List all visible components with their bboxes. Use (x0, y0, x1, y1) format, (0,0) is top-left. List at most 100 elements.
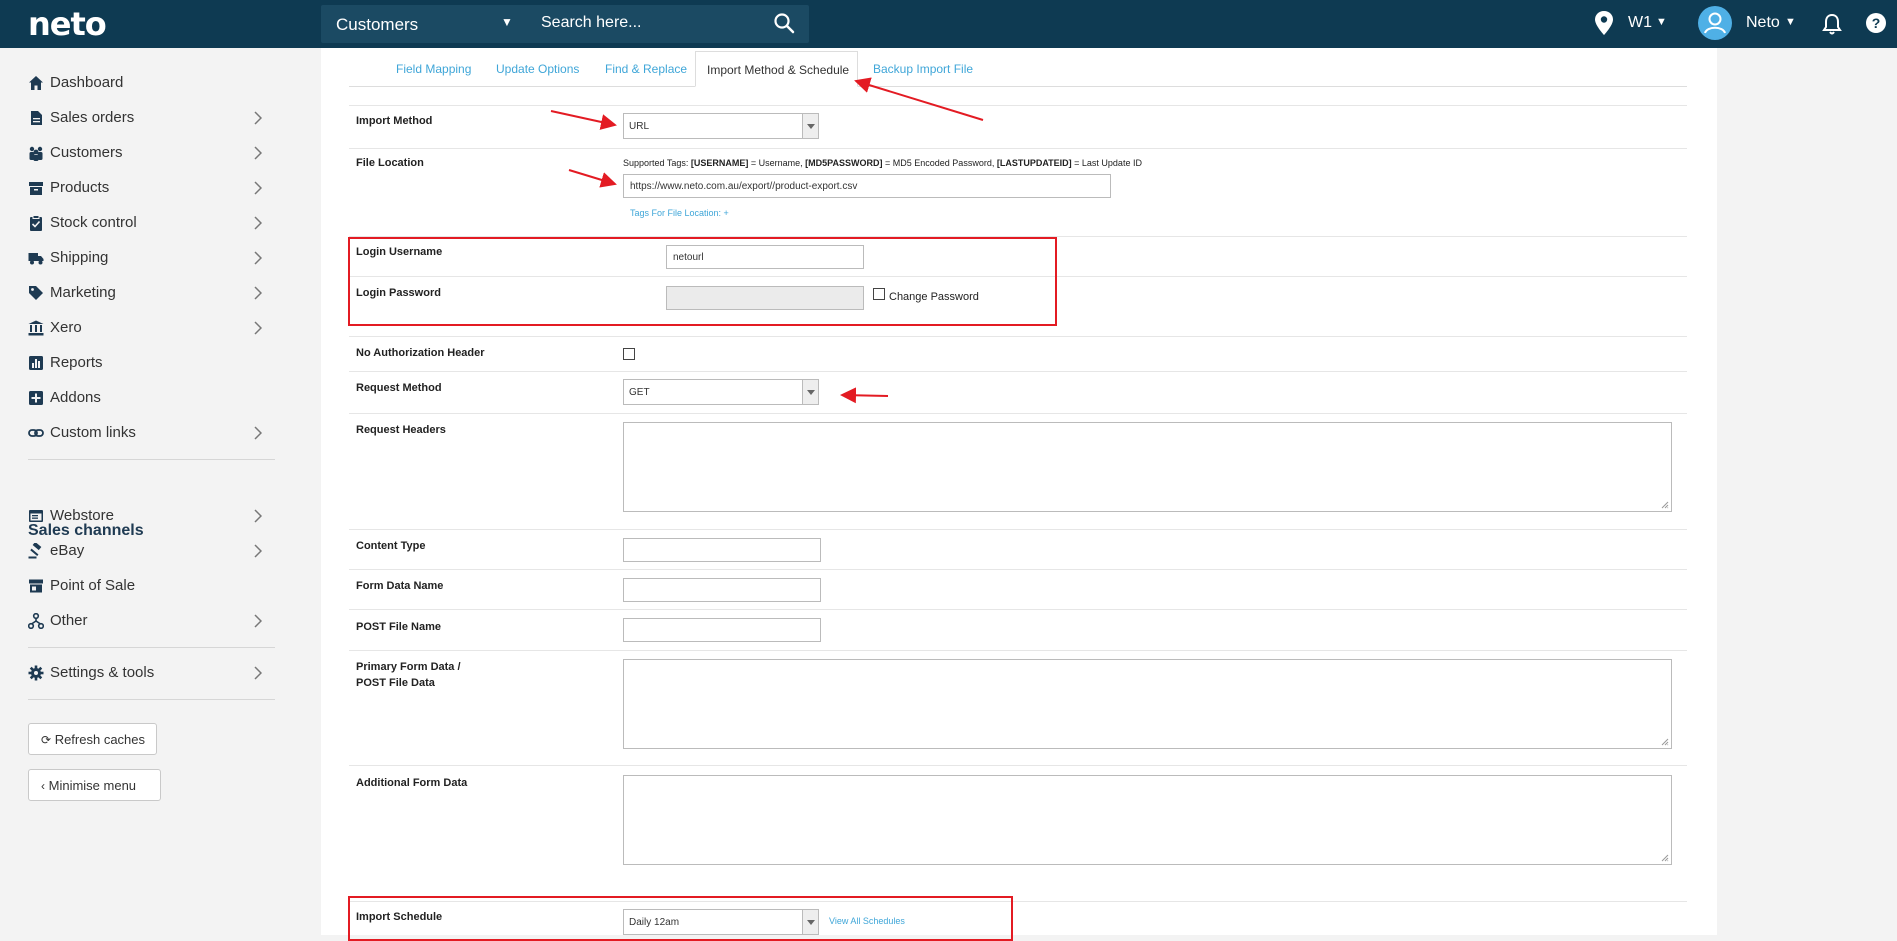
location-pin-icon[interactable] (1594, 11, 1614, 35)
tag-md5: [MD5PASSWORD] (805, 158, 883, 168)
sidebar-item-label: Other (50, 612, 88, 629)
neto-logo[interactable]: neto (28, 5, 107, 43)
sidebar-item-ebay[interactable]: eBay (28, 539, 270, 565)
chevron-left-icon: ‹ (41, 779, 45, 793)
row-divider (349, 569, 1687, 570)
sidebar-item-addons[interactable]: Addons (28, 386, 270, 412)
supported-tags-text: Supported Tags: [USERNAME] = Username, [… (623, 158, 1142, 168)
bank-icon (28, 320, 44, 336)
minimise-menu-button[interactable]: ‹ Minimise menu (28, 769, 161, 801)
chevron-right-icon (254, 111, 262, 125)
sidebar-item-products[interactable]: Products (28, 176, 270, 202)
row-divider (349, 336, 1687, 337)
sidebar-item-xero[interactable]: Xero (28, 316, 270, 342)
primary-form-data-textarea[interactable] (623, 659, 1672, 749)
tab-update-options[interactable]: Update Options (496, 62, 579, 76)
content-type-input[interactable] (623, 538, 821, 562)
post-file-name-input[interactable] (623, 618, 821, 642)
annotation-box-schedule (348, 896, 1013, 941)
import-method-label: Import Method (356, 115, 433, 127)
gavel-icon (28, 543, 42, 559)
chevron-right-icon (254, 544, 262, 558)
caret-down-icon[interactable]: ▼ (501, 15, 513, 29)
users-icon (29, 146, 43, 161)
row-divider (349, 765, 1687, 766)
sidebar-item-reports[interactable]: Reports (28, 351, 270, 377)
sidebar-item-customers[interactable]: Customers (28, 141, 270, 167)
chevron-right-icon (254, 216, 262, 230)
tag-username: [USERNAME] (690, 158, 749, 168)
import-method-select[interactable]: URL (623, 113, 819, 139)
tab-find-replace[interactable]: Find & Replace (605, 62, 687, 76)
bell-icon[interactable] (1822, 13, 1842, 35)
caret-down-icon[interactable]: ▼ (1656, 16, 1667, 28)
box-icon (29, 182, 43, 195)
tag-lastupdate: [LASTUPDATEID] (996, 158, 1072, 168)
sidebar-item-settings-tools[interactable]: Settings & tools (28, 661, 270, 687)
request-method-label: Request Method (356, 382, 442, 394)
file-location-label: File Location (356, 157, 424, 169)
sidebar-item-label: Stock control (50, 214, 137, 231)
sidebar-divider (28, 647, 275, 648)
resize-grip-icon[interactable] (1661, 501, 1669, 509)
search-input[interactable]: Search here... (541, 14, 642, 32)
chevron-right-icon (254, 614, 262, 628)
chevron-right-icon (254, 426, 262, 440)
sidebar-item-custom-links[interactable]: Custom links (28, 421, 270, 447)
primary-form-data-label-line1: Primary Form Data / (356, 661, 461, 673)
sidebar-divider (28, 699, 275, 700)
sidebar-item-label: Xero (50, 319, 82, 336)
request-method-select[interactable]: GET (623, 379, 819, 405)
tag-md5-desc: = MD5 Encoded Password, (882, 158, 997, 168)
refresh-caches-label: Refresh caches (54, 732, 146, 747)
supported-tags-prefix: Supported Tags: (623, 158, 691, 168)
tag-icon (29, 286, 43, 300)
sidebar-item-point-of-sale[interactable]: Point of Sale (28, 574, 270, 600)
user-icon (1704, 12, 1726, 34)
chevron-right-icon (254, 321, 262, 335)
context-select[interactable]: Customers (336, 15, 418, 35)
tags-for-file-location-link[interactable]: Tags For File Location: + (630, 208, 729, 218)
sidebar-item-webstore[interactable]: Webstore (28, 504, 270, 530)
tab-backup-import-file[interactable]: Backup Import File (873, 62, 973, 76)
network-icon (28, 613, 44, 629)
no-auth-header-checkbox[interactable] (623, 348, 635, 360)
clipboard-icon (30, 215, 42, 231)
user-menu[interactable]: Neto (1746, 14, 1780, 32)
tab-import-method-schedule[interactable]: Import Method & Schedule (695, 51, 858, 87)
search-icon[interactable] (773, 12, 795, 34)
tag-username-desc: = Username, (748, 158, 806, 168)
additional-form-data-textarea[interactable] (623, 775, 1672, 865)
sidebar-item-label: Products (50, 179, 110, 196)
chevron-right-icon (254, 146, 262, 160)
sidebar-item-sales-orders[interactable]: Sales orders (28, 106, 270, 132)
resize-grip-icon[interactable] (1661, 854, 1669, 862)
tab-field-mapping[interactable]: Field Mapping (396, 62, 471, 76)
request-headers-textarea[interactable] (623, 422, 1672, 512)
row-divider (349, 371, 1687, 372)
help-icon[interactable]: ? (1866, 13, 1886, 33)
avatar[interactable] (1698, 6, 1732, 40)
sidebar-item-marketing[interactable]: Marketing (28, 281, 270, 307)
form-data-name-label: Form Data Name (356, 580, 444, 592)
file-location-input[interactable]: https://www.neto.com.au/export//product-… (623, 174, 1111, 198)
sidebar: Dashboard Sales orders Customers Product… (0, 48, 290, 935)
sidebar-item-other[interactable]: Other (28, 609, 270, 635)
refresh-caches-button[interactable]: ⟳ Refresh caches (28, 723, 157, 755)
row-divider (349, 413, 1687, 414)
sidebar-item-label: Custom links (50, 424, 136, 441)
caret-down-icon[interactable]: ▼ (1785, 16, 1796, 28)
form-data-name-input[interactable] (623, 578, 821, 602)
context-search-bar: Customers ▼ Search here... (321, 5, 809, 43)
sidebar-item-shipping[interactable]: Shipping (28, 246, 270, 272)
sidebar-item-stock-control[interactable]: Stock control (28, 211, 270, 237)
browser-icon (29, 510, 43, 522)
home-icon (29, 76, 43, 90)
sidebar-divider (28, 459, 275, 460)
plus-square-icon (29, 391, 43, 405)
warehouse-select[interactable]: W1 (1628, 14, 1652, 32)
sidebar-item-label: eBay (50, 542, 85, 559)
sidebar-item-label: Point of Sale (50, 577, 136, 594)
sidebar-item-dashboard[interactable]: Dashboard (28, 71, 270, 97)
resize-grip-icon[interactable] (1661, 738, 1669, 746)
